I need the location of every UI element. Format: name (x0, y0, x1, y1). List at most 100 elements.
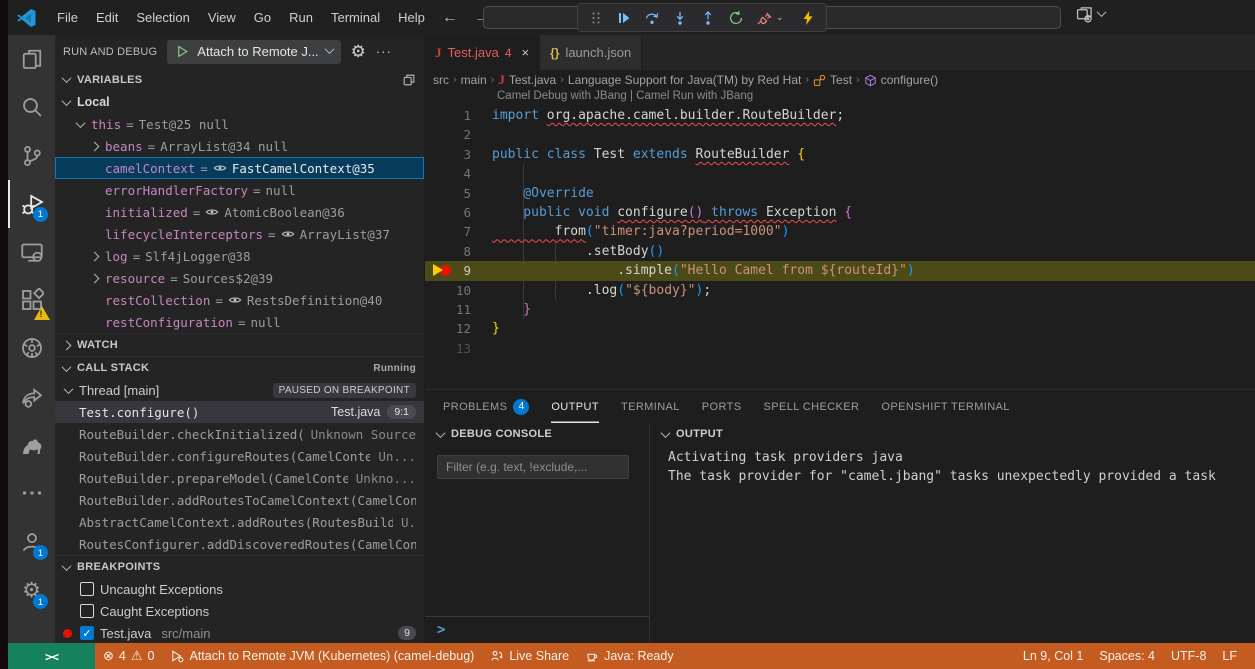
codelens-links[interactable]: Camel Debug with JBang | Camel Run with … (497, 90, 753, 106)
status-spaces[interactable]: Spaces: 4 (1091, 643, 1163, 669)
variable-row-this[interactable]: this=Test@25 null (55, 113, 424, 135)
status-lf[interactable]: LF (1214, 643, 1245, 669)
activity-explorer[interactable] (8, 35, 55, 83)
breadcrumb[interactable]: src›main›JTest.java›Language Support for… (433, 70, 1255, 90)
debug-settings-gear-icon[interactable]: ⚙ (351, 42, 366, 62)
variable-row-camelContext[interactable]: camelContext=FastCamelContext@35 (55, 157, 424, 179)
variable-row-log[interactable]: log=Slf4jLogger@38 (55, 245, 424, 267)
variable-row-initialized[interactable]: initialized=AtomicBoolean@36 (55, 201, 424, 223)
variable-row-restConfiguration[interactable]: restConfiguration=null (55, 311, 424, 333)
menu-view[interactable]: View (199, 0, 245, 35)
launch-config-dropdown[interactable]: Attach to Remote J... (167, 40, 340, 64)
code-line-8[interactable]: 8 .setBody() (425, 242, 1255, 261)
panel-tab-ports[interactable]: PORTS (702, 390, 742, 423)
menu-run[interactable]: Run (280, 0, 322, 35)
breakpoint-hit-icon[interactable] (431, 261, 453, 280)
code-line-11[interactable]: 11 } (425, 300, 1255, 319)
activity-run-and-debug[interactable]: 1 (8, 180, 55, 228)
code-line-13[interactable]: 13 (425, 339, 1255, 358)
breadcrumb-item[interactable]: JTest.java (498, 72, 556, 88)
code-line-6[interactable]: 6 public void configure() throws Excepti… (425, 203, 1255, 222)
debug-console-repl[interactable]: > (425, 616, 649, 643)
tab-launch-json[interactable]: {}launch.json (540, 35, 642, 70)
breakpoint-checkbox[interactable] (80, 582, 94, 596)
code-line-9[interactable]: 9 .simple("Hello Camel from ${routeId}") (425, 261, 1255, 280)
code-line-12[interactable]: 12} (425, 319, 1255, 338)
eye-icon[interactable] (281, 227, 295, 241)
activity-search[interactable] (8, 83, 55, 131)
problems-status[interactable]: ⊗ 4 ⚠ 0 (95, 643, 162, 669)
panel-tab-openshift-terminal[interactable]: OPENSHIFT TERMINAL (881, 390, 1009, 423)
eye-icon[interactable] (205, 205, 219, 219)
variable-row-lifecycleInterceptors[interactable]: lifecycleInterceptors=ArrayList@37 (55, 223, 424, 245)
output-log[interactable]: Activating task providers javaThe task p… (650, 445, 1255, 486)
disconnect-button[interactable] (752, 6, 776, 30)
activity-kubernetes[interactable] (8, 324, 55, 372)
output-header[interactable]: OUTPUT (650, 423, 1255, 445)
menu-selection[interactable]: Selection (127, 0, 198, 35)
menu-go[interactable]: Go (245, 0, 280, 35)
debug-console-header[interactable]: DEBUG CONSOLE (425, 423, 649, 445)
stack-frame[interactable]: RouteBuilder.prepareModel(CamelContext)U… (55, 467, 424, 489)
code-line-4[interactable]: 4 (425, 164, 1255, 183)
status-utf-8[interactable]: UTF-8 (1163, 643, 1214, 669)
code-editor[interactable]: 1import org.apache.camel.builder.RouteBu… (425, 106, 1255, 389)
menu-terminal[interactable]: Terminal (322, 0, 389, 35)
breakpoint-checkbox[interactable]: ✓ (80, 626, 94, 640)
panel-tab-problems[interactable]: PROBLEMS4 (443, 390, 529, 423)
step-out-button[interactable] (696, 6, 720, 30)
variable-row-Local[interactable]: Local (55, 91, 424, 113)
panel-tab-terminal[interactable]: TERMINAL (621, 390, 680, 423)
activity-accounts[interactable]: 1 (8, 517, 55, 566)
stack-frame[interactable]: AbstractCamelContext.addRoutes(RoutesBui… (55, 511, 424, 533)
activity-source-control[interactable] (8, 131, 55, 179)
status-ln[interactable]: Ln 9, Col 1 (1015, 643, 1091, 669)
breadcrumb-item[interactable]: src (433, 73, 449, 87)
breadcrumb-item[interactable]: main (461, 73, 487, 87)
activity-extensions[interactable]: ! (8, 276, 55, 324)
variable-row-beans[interactable]: beans=ArrayList@34 null (55, 135, 424, 157)
remote-indicator[interactable]: >< (8, 643, 95, 669)
code-line-10[interactable]: 10 .log("${body}"); (425, 281, 1255, 300)
watch-section-header[interactable]: WATCH (55, 333, 424, 356)
run-debug-editor-action[interactable] (1076, 6, 1112, 23)
activity-camel[interactable] (8, 421, 55, 469)
activity-settings[interactable]: ⚙1 (8, 566, 55, 615)
copy-icon[interactable] (402, 73, 416, 87)
debug-console-filter-input[interactable]: Filter (e.g. text, !exclude,... (437, 455, 629, 479)
breakpoint-row[interactable]: Uncaught Exceptions (55, 578, 424, 600)
variables-section-header[interactable]: VARIABLES (55, 68, 424, 91)
menu-help[interactable]: Help (389, 0, 434, 35)
activity-remote-explorer[interactable] (8, 228, 55, 276)
breakpoint-row[interactable]: ✓Test.javasrc/main9 (55, 622, 424, 644)
restart-button[interactable] (724, 6, 748, 30)
tab-test-java[interactable]: JTest.java4× (425, 35, 540, 70)
stack-frame[interactable]: RouteBuilder.addRoutesToCamelContext(Cam… (55, 489, 424, 511)
breakpoint-checkbox[interactable] (80, 604, 94, 618)
code-line-3[interactable]: 3public class Test extends RouteBuilder … (425, 145, 1255, 164)
debug-target-status[interactable]: Attach to Remote JVM (Kubernetes) (camel… (162, 643, 482, 669)
live-share-status[interactable]: Live Share (482, 643, 577, 669)
breadcrumb-item[interactable]: Test (813, 73, 852, 87)
thread-row[interactable]: Thread [main]PAUSED ON BREAKPOINT (55, 379, 424, 401)
eye-icon[interactable] (213, 161, 227, 175)
variable-row-restCollection[interactable]: restCollection=RestsDefinition@40 (55, 289, 424, 311)
debug-more-actions-icon[interactable]: ··· (376, 44, 392, 59)
breadcrumb-item[interactable]: Language Support for Java(TM) by Red Hat (568, 73, 801, 87)
panel-tab-output[interactable]: OUTPUT (551, 390, 599, 423)
code-line-1[interactable]: 1import org.apache.camel.builder.RouteBu… (425, 106, 1255, 125)
java-status[interactable]: Java: Ready (577, 643, 681, 669)
variable-row-resource[interactable]: resource=Sources$2@39 (55, 267, 424, 289)
back-button[interactable]: ← (434, 9, 466, 27)
stack-frame[interactable]: RoutesConfigurer.addDiscoveredRoutes(Cam… (55, 533, 424, 555)
breakpoints-section-header[interactable]: BREAKPOINTS (55, 555, 424, 578)
call-stack-section-header[interactable]: CALL STACKRunning (55, 356, 424, 379)
variable-row-errorHandlerFactory[interactable]: errorHandlerFactory=null (55, 179, 424, 201)
code-line-2[interactable]: 2 (425, 125, 1255, 144)
panel-tab-spell-checker[interactable]: SPELL CHECKER (764, 390, 860, 423)
menu-file[interactable]: File (48, 0, 87, 35)
stack-frame[interactable]: RouteBuilder.checkInitialized()Unknown S… (55, 423, 424, 445)
activity-more[interactable] (8, 469, 55, 517)
breadcrumb-item[interactable]: configure() (864, 73, 938, 87)
stack-frame[interactable]: Test.configure()Test.java9:1 (55, 401, 424, 423)
